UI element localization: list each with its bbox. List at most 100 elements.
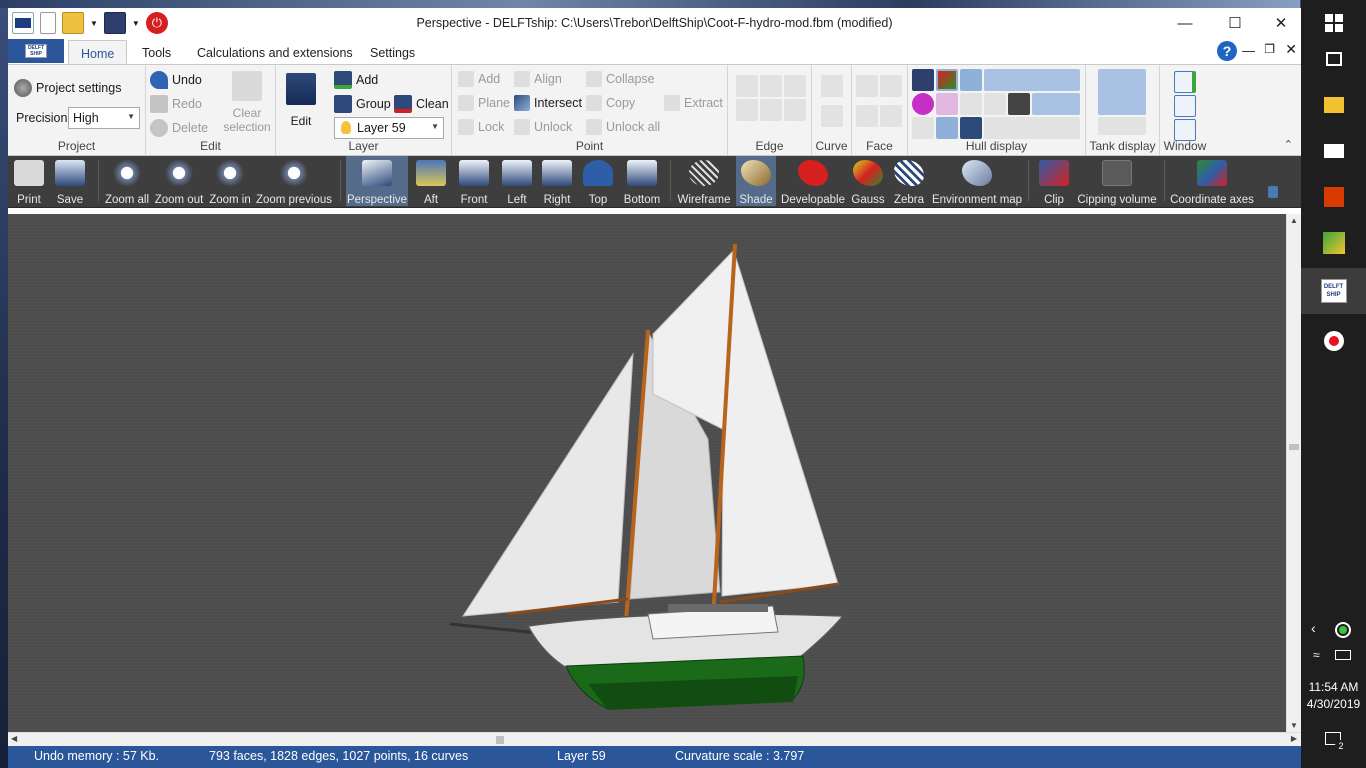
front-view-button[interactable]: Front bbox=[454, 156, 494, 206]
zoom-in-button[interactable]: Zoom in bbox=[208, 156, 252, 206]
curve-tool-1-icon[interactable] bbox=[821, 75, 843, 97]
ribbon-close-icon[interactable]: ✕ bbox=[1285, 41, 1297, 58]
tile-windows-icon[interactable] bbox=[1174, 95, 1196, 117]
point-add-button[interactable]: Add bbox=[458, 71, 500, 87]
tab-home[interactable]: Home bbox=[68, 40, 128, 64]
hscroll-thumb[interactable] bbox=[496, 736, 504, 744]
hull-shaded-icon[interactable] bbox=[960, 69, 982, 91]
minimize-icon[interactable]: — bbox=[1162, 8, 1208, 38]
close-icon[interactable]: ✕ bbox=[1258, 8, 1304, 38]
left-view-button[interactable]: Left bbox=[498, 156, 536, 206]
edge-tool-1-icon[interactable] bbox=[736, 75, 758, 97]
perspective-viewport[interactable] bbox=[8, 214, 1286, 732]
show-hidden-icons-icon[interactable]: ‹ bbox=[1311, 620, 1316, 636]
hull-option-8-icon[interactable] bbox=[936, 117, 958, 139]
developable-button[interactable]: Developable bbox=[780, 156, 846, 206]
tab-calculations-and-extensions[interactable]: Calculations and extensions bbox=[185, 40, 365, 64]
edge-tool-5-icon[interactable] bbox=[760, 99, 782, 121]
bottom-view-button[interactable]: Bottom bbox=[620, 156, 664, 206]
edge-tool-2-icon[interactable] bbox=[760, 75, 782, 97]
edge-tool-4-icon[interactable] bbox=[736, 99, 758, 121]
hull-option-2-icon[interactable] bbox=[936, 93, 958, 115]
tank-display-2-icon[interactable] bbox=[1098, 117, 1146, 135]
office-app-icon[interactable] bbox=[1301, 174, 1366, 220]
print-button[interactable]: Print bbox=[10, 156, 48, 206]
clear-selection-button[interactable]: Clear selection bbox=[220, 71, 274, 134]
layer-edit-button[interactable]: Edit bbox=[284, 73, 318, 128]
wireframe-button[interactable]: Wireframe bbox=[676, 156, 732, 206]
point-extract-button[interactable]: Extract bbox=[664, 95, 723, 111]
undo-button[interactable]: Undo bbox=[150, 71, 202, 89]
point-lock-button[interactable]: Lock bbox=[458, 119, 504, 135]
zoom-all-button[interactable]: Zoom all bbox=[104, 156, 150, 206]
collapse-ribbon-icon[interactable]: ⌃ bbox=[1284, 138, 1293, 151]
aft-view-button[interactable]: Aft bbox=[412, 156, 450, 206]
hull-option-3-icon[interactable] bbox=[960, 93, 982, 115]
clip-button[interactable]: Clip bbox=[1036, 156, 1072, 206]
app-menu-button[interactable]: DELFT SHIP bbox=[8, 39, 64, 63]
scroll-thumb[interactable] bbox=[1289, 444, 1299, 450]
task-view-icon[interactable] bbox=[1301, 36, 1366, 82]
face-tool-4-icon[interactable] bbox=[880, 105, 902, 127]
edge-tool-3-icon[interactable] bbox=[784, 75, 806, 97]
tab-tools[interactable]: Tools bbox=[130, 40, 183, 64]
gauss-button[interactable]: Gauss bbox=[850, 156, 886, 206]
taskbar-time[interactable]: 11:54 AM bbox=[1301, 680, 1366, 694]
right-view-button[interactable]: Right bbox=[538, 156, 576, 206]
hull-option-5-icon[interactable] bbox=[1008, 93, 1030, 115]
zebra-button[interactable]: Zebra bbox=[890, 156, 928, 206]
ribbon-minimize-icon[interactable]: — bbox=[1242, 43, 1255, 58]
face-tool-3-icon[interactable] bbox=[856, 105, 878, 127]
zoom-out-button[interactable]: Zoom out bbox=[154, 156, 204, 206]
delftship-taskbar-icon[interactable]: DELFT SHIP bbox=[1301, 268, 1366, 314]
status-indicator-icon[interactable] bbox=[1335, 622, 1351, 638]
project-settings-button[interactable]: Project settings bbox=[14, 79, 121, 97]
battery-icon[interactable] bbox=[1335, 650, 1351, 660]
point-copy-button[interactable]: Copy bbox=[586, 95, 635, 111]
hull-option-4-icon[interactable] bbox=[984, 93, 1006, 115]
file-explorer-icon[interactable] bbox=[1301, 82, 1366, 128]
perspective-button[interactable]: Perspective bbox=[346, 156, 408, 206]
point-align-button[interactable]: Align bbox=[514, 71, 562, 87]
tab-settings[interactable]: Settings bbox=[358, 40, 427, 64]
point-unlock-all-button[interactable]: Unlock all bbox=[586, 119, 660, 135]
ribbon-restore-icon[interactable]: ❐ bbox=[1264, 42, 1275, 56]
hull-color-icon[interactable] bbox=[936, 69, 958, 91]
scroll-down-icon[interactable]: ▼ bbox=[1290, 721, 1298, 730]
hull-option-10-icon[interactable] bbox=[984, 117, 1080, 139]
clipping-volume-button[interactable]: Cipping volume bbox=[1076, 156, 1158, 206]
hull-option-9-icon[interactable] bbox=[960, 117, 982, 139]
coordinate-axes-button[interactable]: Coordinate axes bbox=[1170, 156, 1254, 206]
new-window-icon[interactable] bbox=[1174, 71, 1196, 93]
point-unlock-button[interactable]: Unlock bbox=[514, 119, 572, 135]
precision-select[interactable]: High ▼ bbox=[68, 107, 140, 129]
mail-icon[interactable] bbox=[1301, 128, 1366, 174]
taskbar-date[interactable]: 4/30/2019 bbox=[1301, 697, 1366, 711]
scroll-up-icon[interactable]: ▲ bbox=[1290, 216, 1298, 225]
tank-display-1-icon[interactable] bbox=[1098, 69, 1146, 115]
hull-option-6-icon[interactable] bbox=[1032, 93, 1080, 115]
hull-curvature-icon[interactable] bbox=[912, 93, 934, 115]
face-tool-2-icon[interactable] bbox=[880, 75, 902, 97]
redo-button[interactable]: Redo bbox=[150, 95, 202, 113]
point-plane-button[interactable]: Plane bbox=[458, 95, 510, 111]
layer-group-button[interactable]: Group bbox=[334, 95, 391, 113]
help-icon[interactable]: ? bbox=[1217, 41, 1237, 61]
zoom-previous-button[interactable]: Zoom previous bbox=[256, 156, 332, 206]
wifi-icon[interactable]: ≈ bbox=[1313, 648, 1320, 662]
vertical-scrollbar[interactable]: ▲ ▼ bbox=[1286, 214, 1301, 732]
edge-tool-6-icon[interactable] bbox=[784, 99, 806, 121]
cascade-windows-icon[interactable] bbox=[1174, 119, 1196, 141]
active-layer-select[interactable]: Layer 59 ▼ bbox=[334, 117, 444, 139]
save-button[interactable]: Save bbox=[50, 156, 90, 206]
environment-map-button[interactable]: Environment map bbox=[932, 156, 1022, 206]
maps-app-icon[interactable] bbox=[1301, 220, 1366, 266]
scroll-left-icon[interactable]: ◀ bbox=[11, 734, 17, 743]
top-view-button[interactable]: Top bbox=[580, 156, 616, 206]
toolbar-options-icon[interactable] bbox=[1268, 186, 1278, 198]
shade-button[interactable]: Shade bbox=[736, 156, 776, 206]
maximize-icon[interactable]: ☐ bbox=[1212, 8, 1258, 38]
scroll-right-icon[interactable]: ▶ bbox=[1291, 734, 1297, 743]
point-intersect-button[interactable]: Intersect bbox=[514, 95, 582, 111]
curve-tool-2-icon[interactable] bbox=[821, 105, 843, 127]
